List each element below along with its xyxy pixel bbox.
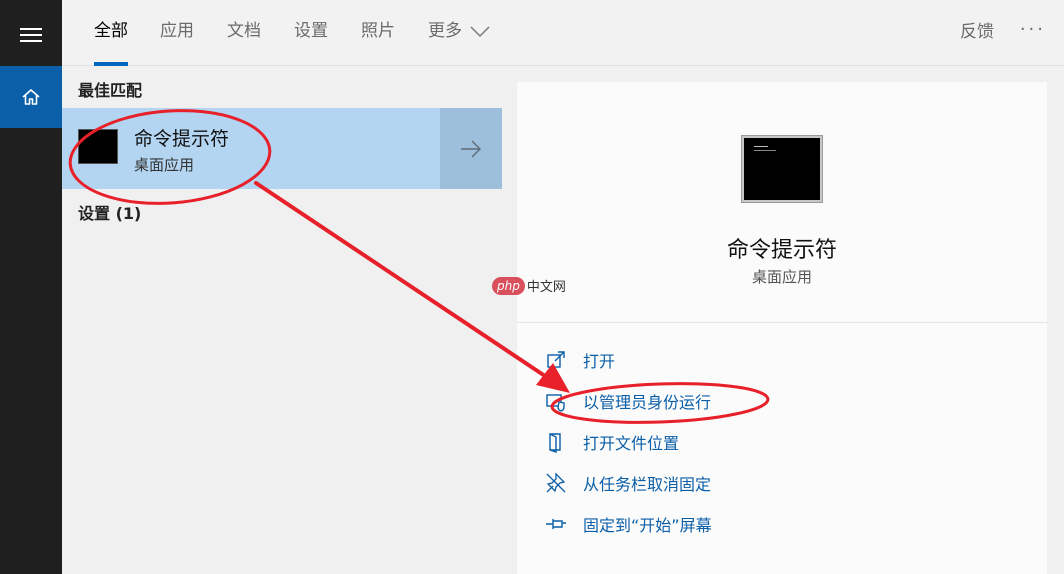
action-unpin-taskbar-label: 从任务栏取消固定 bbox=[583, 475, 712, 494]
tab-photos[interactable]: 照片 bbox=[361, 0, 395, 66]
action-run-as-admin-label: 以管理员身份运行 bbox=[583, 393, 712, 412]
expand-details-button[interactable] bbox=[440, 108, 502, 189]
unpin-taskbar-icon bbox=[546, 472, 566, 493]
action-open-file-location[interactable]: 打开文件位置 bbox=[545, 428, 679, 456]
tab-more-label: 更多 bbox=[428, 21, 462, 41]
action-open[interactable]: 打开 bbox=[545, 346, 615, 374]
app-detail-pane: 命令提示符 桌面应用 打开 以管理员身份运行 打开文件位置 从任务栏取消固定 固… bbox=[517, 82, 1047, 574]
tab-apps[interactable]: 应用 bbox=[160, 0, 194, 66]
action-run-as-admin[interactable]: 以管理员身份运行 bbox=[545, 387, 711, 415]
action-open-file-location-label: 打开文件位置 bbox=[583, 434, 680, 453]
home-button[interactable] bbox=[0, 66, 62, 128]
chevron-down-icon bbox=[470, 26, 490, 38]
action-pin-start-label: 固定到“开始”屏幕 bbox=[583, 516, 712, 535]
tab-all[interactable]: 全部 bbox=[94, 0, 128, 66]
more-options-button[interactable]: ··· bbox=[1020, 0, 1046, 60]
detail-app-type: 桌面应用 bbox=[751, 268, 812, 286]
search-filter-bar: 全部 应用 文档 设置 照片 更多 反馈 ··· bbox=[62, 0, 1064, 66]
search-results-pane: 最佳匹配 命令提示符 桌面应用 设置 (1) bbox=[62, 67, 502, 574]
home-icon bbox=[22, 89, 40, 105]
feedback-button[interactable]: 反馈 bbox=[960, 0, 994, 64]
tab-more[interactable]: 更多 bbox=[428, 0, 498, 66]
detail-divider bbox=[517, 322, 1047, 323]
run-as-admin-icon bbox=[546, 394, 565, 412]
tab-documents[interactable]: 文档 bbox=[227, 0, 261, 66]
best-match-header: 最佳匹配 bbox=[78, 81, 143, 100]
best-match-name: 命令提示符 bbox=[134, 128, 230, 150]
arrow-right-icon bbox=[461, 140, 481, 157]
cmd-large-icon bbox=[742, 136, 822, 202]
detail-app-name: 命令提示符 bbox=[726, 238, 837, 263]
settings-results-header[interactable]: 设置 (1) bbox=[78, 200, 141, 224]
watermark: php 中文网 bbox=[492, 276, 566, 295]
best-match-item[interactable]: 命令提示符 桌面应用 bbox=[62, 108, 440, 189]
watermark-badge: php bbox=[492, 276, 525, 295]
action-unpin-taskbar[interactable]: 从任务栏取消固定 bbox=[545, 469, 711, 497]
left-rail bbox=[0, 0, 62, 574]
pin-start-icon bbox=[546, 519, 566, 529]
file-location-icon bbox=[549, 433, 561, 453]
tab-settings[interactable]: 设置 bbox=[294, 0, 328, 66]
watermark-text: 中文网 bbox=[526, 280, 566, 295]
open-icon bbox=[547, 351, 565, 368]
action-pin-start[interactable]: 固定到“开始”屏幕 bbox=[545, 510, 712, 538]
cmd-app-icon bbox=[78, 129, 118, 164]
best-match-type: 桌面应用 bbox=[134, 156, 195, 174]
hamburger-menu-button[interactable] bbox=[0, 10, 62, 60]
action-open-label: 打开 bbox=[583, 352, 616, 371]
hamburger-menu-icon bbox=[20, 28, 42, 42]
